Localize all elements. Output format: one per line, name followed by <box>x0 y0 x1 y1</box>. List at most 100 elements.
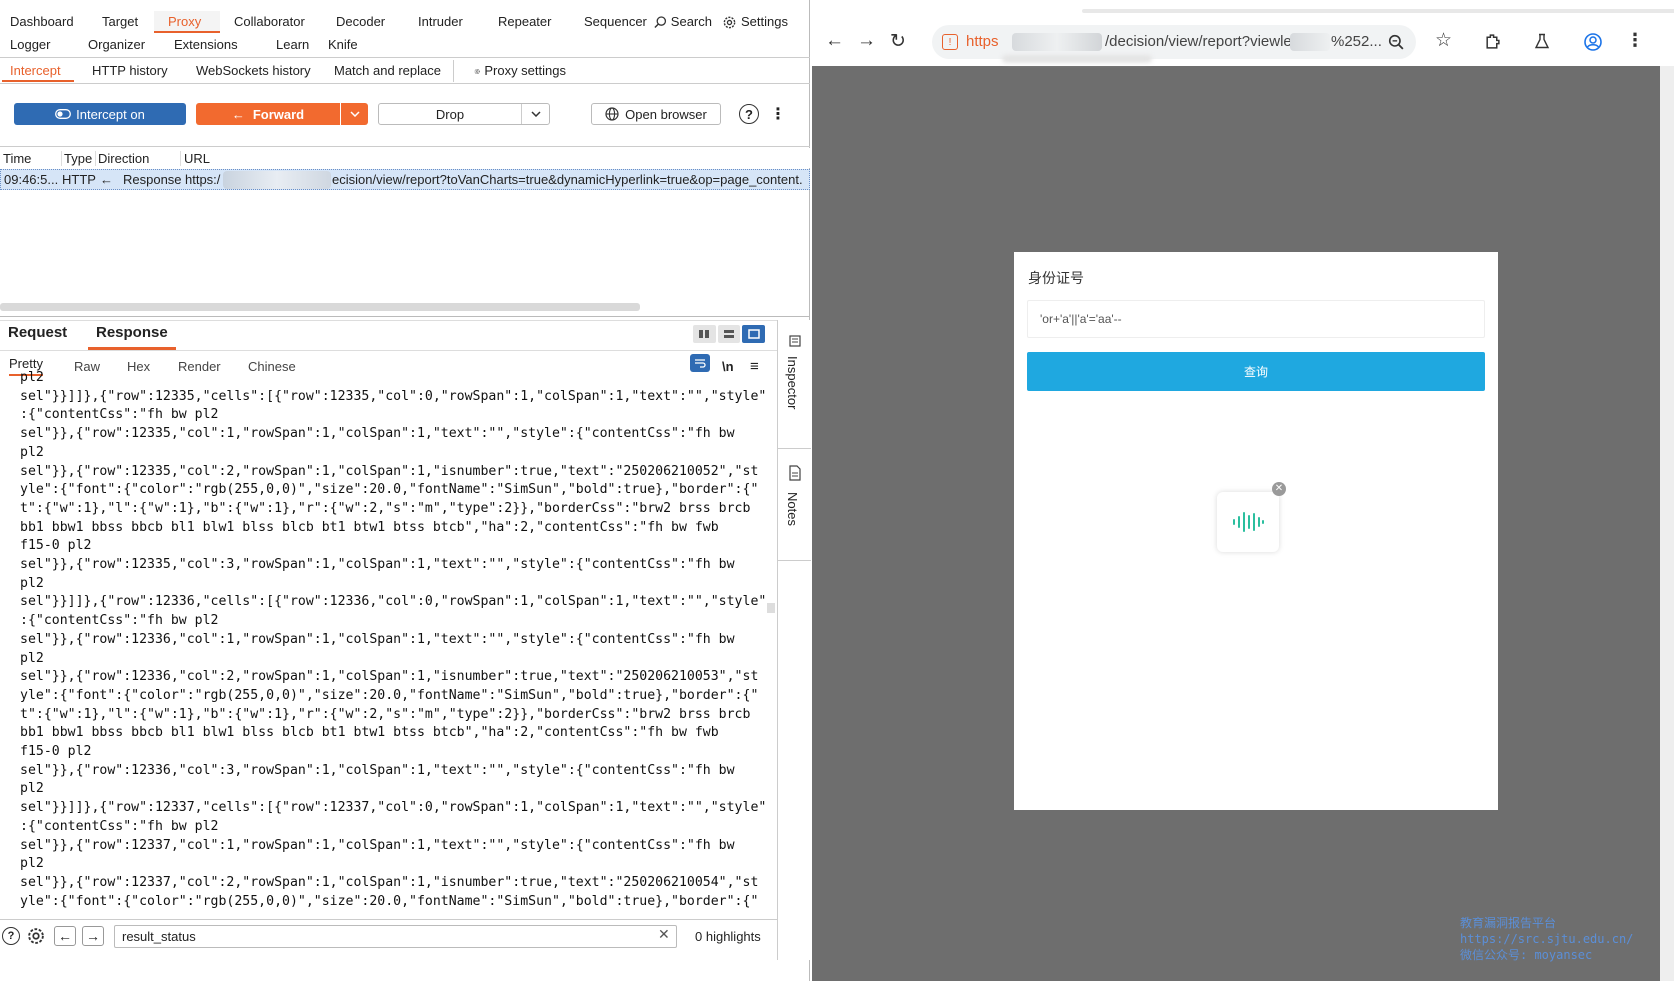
layout-stacked-icon[interactable] <box>717 325 741 343</box>
more-vertical-icon[interactable]: ⋮ <box>770 104 786 124</box>
open-browser-button[interactable]: Open browser <box>591 103 721 125</box>
col-time-header[interactable]: Time <box>3 151 31 166</box>
proxy-subtabs: Intercept HTTP history WebSockets histor… <box>0 59 810 83</box>
proxy-settings-button[interactable]: Proxy settings <box>454 60 574 82</box>
more-vertical-icon[interactable]: ⋮ <box>1626 30 1644 51</box>
divider <box>0 57 810 58</box>
row-direction: Response <box>123 172 182 187</box>
forward-dropdown[interactable] <box>340 103 368 125</box>
tab-intruder[interactable]: Intruder <box>400 11 476 33</box>
divider <box>778 448 811 449</box>
arrow-left-icon: ← <box>231 106 245 122</box>
tab-extensions[interactable]: Extensions <box>166 34 264 56</box>
editor-scrollbar-thumb[interactable] <box>767 603 775 613</box>
code-line: pl2 <box>20 650 44 666</box>
intercept-toggle-button[interactable]: Intercept on <box>14 103 186 125</box>
query-button[interactable]: 查询 <box>1027 352 1485 391</box>
divider <box>0 919 778 920</box>
tab-match-and-replace[interactable]: Match and replace <box>320 60 454 82</box>
highlights-count: 0 highlights <box>695 929 761 944</box>
forward-button[interactable]: ← Forward <box>196 103 368 125</box>
help-icon[interactable]: ? <box>739 104 759 124</box>
id-number-input[interactable]: 'or+'a'||'a'='aa'-- <box>1027 300 1485 338</box>
watermark-line-3: 微信公众号: moyansec <box>1460 948 1593 962</box>
reload-icon[interactable]: ↻ <box>890 30 906 53</box>
voice-widget[interactable] <box>1217 492 1279 552</box>
redaction-blur <box>1290 33 1330 51</box>
divider <box>0 350 778 351</box>
row-url-start: https:/ <box>185 172 221 187</box>
col-url-header[interactable]: URL <box>180 150 210 166</box>
drop-dropdown[interactable] <box>521 104 549 124</box>
tab-request[interactable]: Request <box>8 324 67 341</box>
tab-dashboard[interactable]: Dashboard <box>2 11 78 33</box>
extensions-icon[interactable] <box>1484 33 1501 50</box>
back-icon[interactable]: ← <box>825 30 844 52</box>
tab-repeater[interactable]: Repeater <box>476 11 562 33</box>
arrow-right-icon[interactable]: → <box>82 926 104 946</box>
profile-icon[interactable] <box>1584 33 1602 51</box>
notes-icon <box>789 465 801 481</box>
arrow-left-icon: ← <box>100 172 113 187</box>
close-icon[interactable]: ✕ <box>1272 482 1286 496</box>
url-scheme: https <box>966 33 999 50</box>
browser-scrollbar[interactable] <box>1660 66 1674 981</box>
drop-button[interactable]: Drop <box>378 103 550 125</box>
tab-learn[interactable]: Learn <box>264 34 322 56</box>
tab-target[interactable]: Target <box>78 11 154 33</box>
tab-proxy[interactable]: Proxy <box>154 11 220 33</box>
code-line: yle":{"font":{"color":"rgb(255,0,0)","si… <box>20 482 759 498</box>
toggle-icon <box>55 109 72 119</box>
star-icon[interactable]: ☆ <box>1435 29 1452 52</box>
burp-window: Dashboard Target Proxy Collaborator Deco… <box>0 0 811 981</box>
gear-icon[interactable] <box>26 926 46 946</box>
code-line: f15-0 pl2 <box>20 744 92 760</box>
query-form-panel: 身份证号 'or+'a'||'a'='aa'-- 查询 ✕ <box>1014 252 1498 810</box>
code-line: sel"}},{"row":12335,"col":1,"rowSpan":1,… <box>20 426 735 442</box>
tab-notes[interactable]: Notes <box>785 492 800 526</box>
layout-split-icon[interactable] <box>693 325 716 343</box>
tab-intercept[interactable]: Intercept <box>2 60 74 82</box>
tab-decoder[interactable]: Decoder <box>316 11 400 33</box>
table-scrollbar[interactable] <box>0 303 640 311</box>
layout-tabs-icon[interactable] <box>742 325 766 343</box>
col-type-header[interactable]: Type <box>61 150 92 166</box>
tab-sequencer[interactable]: Sequencer <box>562 11 650 33</box>
code-line: pl2 <box>20 856 44 872</box>
tab-inspector[interactable]: Inspector <box>785 356 800 409</box>
code-line: :{"contentCss":"fh bw pl2 <box>20 613 219 629</box>
labs-flask-icon[interactable] <box>1534 33 1550 50</box>
col-direction-header[interactable]: Direction <box>95 150 149 166</box>
tab-http-history[interactable]: HTTP history <box>74 60 178 82</box>
tab-knife[interactable]: Knife <box>322 34 382 56</box>
settings-label: Settings <box>741 14 788 29</box>
watermark: 教育漏洞报告平台 https://src.sjtu.edu.cn/ 微信公众号:… <box>1460 915 1633 963</box>
tab-logger[interactable]: Logger <box>2 34 80 56</box>
tab-collaborator[interactable]: Collaborator <box>220 11 316 33</box>
code-line: yle":{"font":{"color":"rgb(255,0,0)","si… <box>20 893 759 909</box>
code-line: pl2 <box>20 781 44 797</box>
divider <box>0 316 810 317</box>
query-button-label: 查询 <box>1243 365 1268 379</box>
address-bar[interactable]: ! https /decision/view/report?viewlet %2… <box>932 25 1416 59</box>
forward-icon[interactable]: → <box>857 30 876 52</box>
tab-organizer[interactable]: Organizer <box>80 34 166 56</box>
gear-icon <box>723 16 736 28</box>
inspector-icon <box>789 335 801 347</box>
zoom-icon[interactable] <box>1388 34 1404 50</box>
arrow-left-icon[interactable]: ← <box>54 926 76 946</box>
clear-icon[interactable]: ✕ <box>658 926 670 943</box>
search-button[interactable]: Search <box>650 11 720 33</box>
tab-response[interactable]: Response <box>88 324 176 350</box>
chevron-down-icon <box>349 111 360 117</box>
help-icon[interactable]: ? <box>2 927 20 945</box>
search-label: Search <box>670 14 712 29</box>
response-body[interactable]: pl2 sel"}}]]},{"row":12335,"cells":[{"row… <box>20 369 772 909</box>
table-row[interactable]: 09:46:5... HTTP ← Response https:/ ecisi… <box>0 169 810 190</box>
chevron-down-icon <box>530 111 541 117</box>
search-input[interactable]: result_status <box>114 925 677 948</box>
settings-button[interactable]: Settings <box>720 11 796 33</box>
code-line: sel"}},{"row":12337,"col":1,"rowSpan":1,… <box>20 837 735 853</box>
not-secure-icon[interactable]: ! <box>942 34 958 50</box>
tab-websockets-history[interactable]: WebSockets history <box>178 60 320 82</box>
